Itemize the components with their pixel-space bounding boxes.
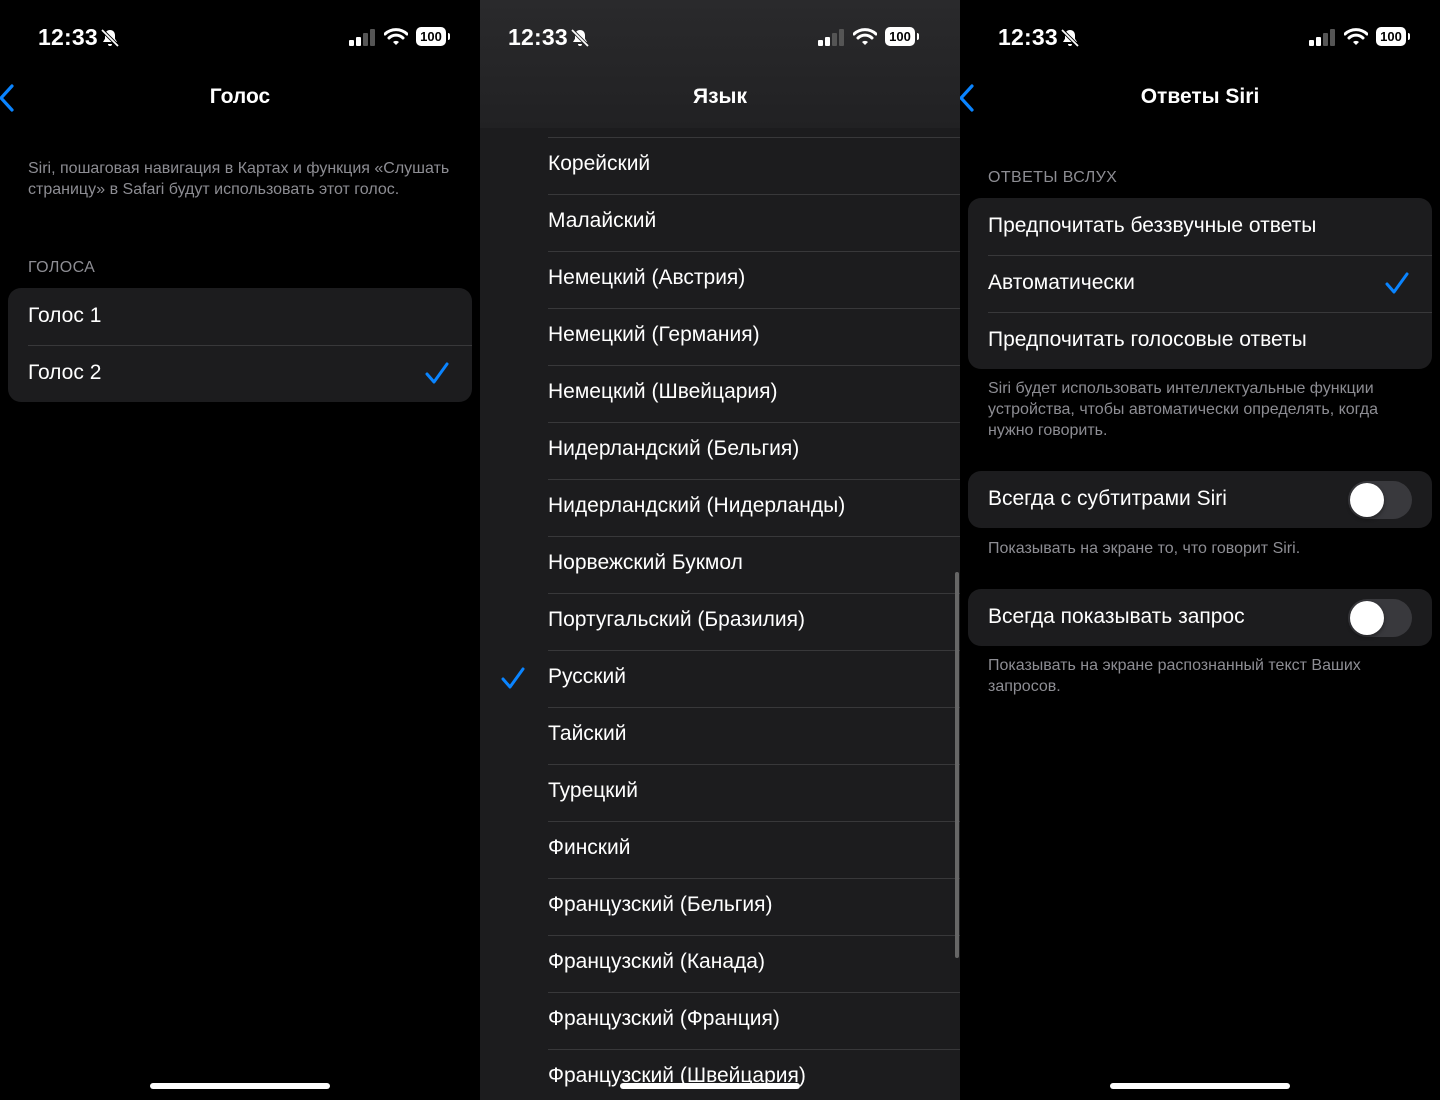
language-label: Нидерландский (Бельгия) — [548, 437, 800, 460]
voices-group: Голос 1 Голос 2 — [8, 288, 472, 402]
language-item[interactable]: Немецкий (Швейцария) — [480, 365, 960, 422]
language-label: Турецкий — [548, 779, 638, 802]
bell-slash-icon — [1060, 28, 1080, 48]
option-label: Автоматически — [988, 271, 1135, 294]
language-item[interactable]: Французский (Бельгия) — [480, 878, 960, 935]
language-label: Французский (Бельгия) — [548, 893, 773, 916]
section-header-voices: ГОЛОСА — [28, 259, 96, 276]
language-item[interactable]: Русский — [480, 650, 960, 707]
battery-icon: 100 — [885, 27, 919, 46]
nav-bar: Язык — [480, 72, 960, 124]
toggle-knob — [1350, 483, 1384, 517]
captions-row: Всегда с субтитрами Siri — [968, 471, 1432, 528]
captions-toggle[interactable] — [1348, 481, 1412, 519]
wifi-icon — [853, 28, 877, 45]
option-silent[interactable]: Предпочитать беззвучные ответы — [968, 198, 1432, 255]
page-title: Ответы Siri — [1140, 85, 1260, 108]
status-time: 12:33 — [508, 24, 568, 50]
voice-description: Siri, пошаговая навигация в Картах и фун… — [28, 160, 450, 198]
request-footer: Показывать на экране распознанный текст … — [988, 657, 1361, 695]
status-time: 12:33 — [38, 24, 98, 50]
language-item[interactable]: Корейский — [480, 137, 960, 194]
page-title: Голос — [209, 85, 271, 108]
captions-label: Всегда с субтитрами Siri — [988, 487, 1227, 510]
language-label: Норвежский Букмол — [548, 551, 743, 574]
page-title: Язык — [693, 85, 747, 108]
voice-option-label: Голос 2 — [28, 361, 102, 384]
voice-screen: 12:33 100 Голос Siri, пошаговая навигаци… — [0, 0, 480, 1100]
language-item[interactable]: Немецкий (Австрия) — [480, 251, 960, 308]
wifi-icon — [384, 28, 408, 45]
captions-group: Всегда с субтитрами Siri — [968, 471, 1432, 528]
section-header-spoken: ОТВЕТЫ ВСЛУХ — [988, 169, 1118, 186]
cellular-signal-icon — [349, 29, 375, 46]
captions-footer: Показывать на экране то, что говорит Sir… — [988, 540, 1301, 557]
language-label: Немецкий (Швейцария) — [548, 380, 778, 403]
status-bar: 12:33 100 — [0, 0, 480, 70]
language-item[interactable]: Французский (Швейцария) — [480, 1049, 960, 1100]
language-item[interactable]: Нидерландский (Нидерланды) — [480, 479, 960, 536]
language-label: Малайский — [548, 209, 657, 232]
language-item[interactable]: Немецкий (Германия) — [480, 308, 960, 365]
checkmark-icon — [501, 667, 525, 689]
cellular-signal-icon — [818, 29, 844, 46]
language-item[interactable]: Португальский (Бразилия) — [480, 593, 960, 650]
bell-slash-icon — [570, 28, 590, 48]
battery-icon: 100 — [416, 27, 450, 46]
request-row: Всегда показывать запрос — [968, 589, 1432, 646]
language-item[interactable]: Тайский — [480, 707, 960, 764]
nav-bar: Голос — [0, 72, 480, 124]
spoken-responses-footer: Siri будет использовать интеллектуальные… — [988, 380, 1379, 439]
request-group: Всегда показывать запрос — [968, 589, 1432, 646]
wifi-icon — [1344, 28, 1368, 45]
nav-bar: Ответы Siri — [960, 72, 1440, 124]
language-screen: 12:33 100 Язык Корейский Малайский Немец… — [480, 0, 960, 1100]
battery-icon: 100 — [1376, 27, 1410, 46]
language-list: Корейский Малайский Немецкий (Австрия) Неме… — [480, 137, 960, 1100]
bell-slash-icon — [100, 28, 120, 48]
option-label: Предпочитать беззвучные ответы — [988, 214, 1317, 237]
status-bar: 12:33 100 — [480, 0, 960, 70]
language-item[interactable]: Малайский — [480, 194, 960, 251]
language-label: Немецкий (Австрия) — [548, 266, 746, 289]
checkmark-icon — [425, 362, 449, 384]
voice-option-1[interactable]: Голос 1 — [8, 288, 472, 345]
option-automatic[interactable]: Автоматически — [968, 255, 1432, 312]
language-item[interactable]: Турецкий — [480, 764, 960, 821]
language-item[interactable]: Французский (Франция) — [480, 992, 960, 1049]
home-indicator — [150, 1083, 330, 1089]
toggle-knob — [1350, 601, 1384, 635]
status-bar: 12:33 100 — [960, 0, 1440, 70]
language-item[interactable]: Норвежский Букмол — [480, 536, 960, 593]
language-label: Нидерландский (Нидерланды) — [548, 494, 846, 517]
language-label: Тайский — [548, 722, 627, 745]
language-item[interactable]: Нидерландский (Бельгия) — [480, 422, 960, 479]
voice-option-label: Голос 1 — [28, 304, 102, 327]
option-voice[interactable]: Предпочитать голосовые ответы — [968, 312, 1432, 369]
language-label: Корейский — [548, 152, 651, 175]
language-label: Португальский (Бразилия) — [548, 608, 806, 631]
cellular-signal-icon — [1309, 29, 1335, 46]
scrollbar[interactable] — [955, 572, 959, 958]
language-label: Французский (Франция) — [548, 1007, 780, 1030]
siri-responses-screen: 12:33 100 Ответы Siri ОТВЕТЫ ВСЛУХ Предп… — [960, 0, 1440, 1100]
home-indicator — [1110, 1083, 1290, 1089]
language-label: Русский — [548, 665, 626, 688]
home-indicator — [620, 1083, 800, 1089]
request-toggle[interactable] — [1348, 599, 1412, 637]
option-label: Предпочитать голосовые ответы — [988, 328, 1307, 351]
spoken-responses-group: Предпочитать беззвучные ответы Автоматич… — [968, 198, 1432, 369]
voice-option-2[interactable]: Голос 2 — [8, 345, 472, 402]
language-label: Финский — [548, 836, 631, 859]
request-label: Всегда показывать запрос — [988, 605, 1245, 628]
language-label: Французский (Канада) — [548, 950, 765, 973]
language-item[interactable]: Финский — [480, 821, 960, 878]
status-time: 12:33 — [998, 24, 1058, 50]
language-label: Немецкий (Германия) — [548, 323, 760, 346]
checkmark-icon — [1385, 272, 1409, 294]
language-item[interactable]: Французский (Канада) — [480, 935, 960, 992]
